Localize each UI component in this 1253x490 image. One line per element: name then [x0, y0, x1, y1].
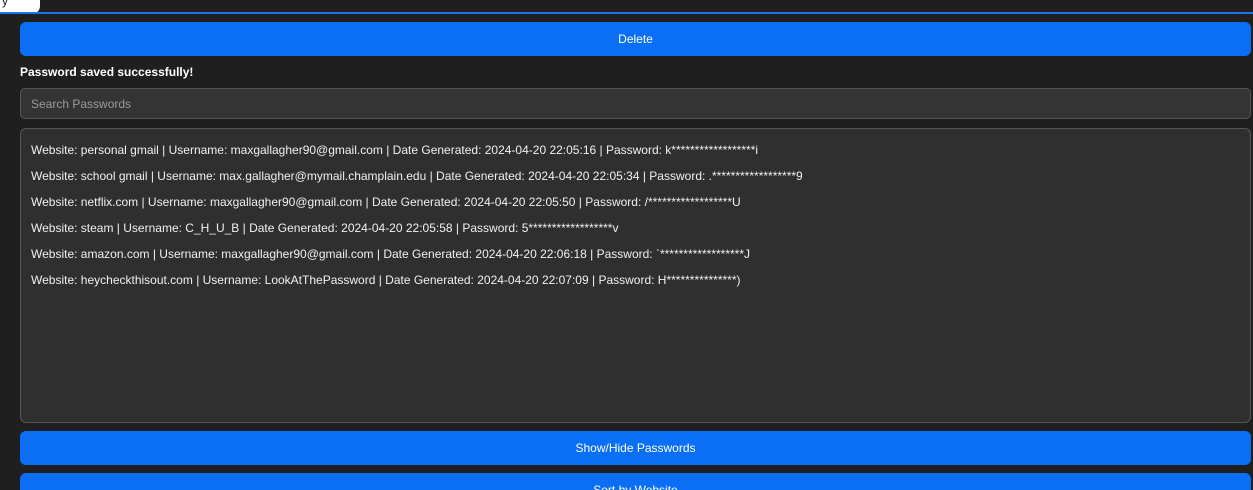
accent-rule — [0, 12, 1253, 14]
password-manager-window: y Delete Password saved successfully! We… — [0, 0, 1253, 490]
status-message: Password saved successfully! — [20, 65, 194, 79]
password-entry[interactable]: Website: heycheckthisout.com | Username:… — [31, 267, 1240, 293]
password-entry[interactable]: Website: amazon.com | Username: maxgalla… — [31, 241, 1240, 267]
window-top-strip: y — [0, 0, 1253, 14]
password-entry[interactable]: Website: netflix.com | Username: maxgall… — [31, 189, 1240, 215]
delete-button[interactable]: Delete — [20, 22, 1251, 56]
search-input[interactable] — [20, 88, 1251, 119]
password-entry[interactable]: Website: personal gmail | Username: maxg… — [31, 137, 1240, 163]
show-hide-passwords-button[interactable]: Show/Hide Passwords — [20, 431, 1251, 465]
password-list[interactable]: Website: personal gmail | Username: maxg… — [20, 128, 1251, 423]
window-title-text: y — [2, 0, 8, 8]
password-entry[interactable]: Website: school gmail | Username: max.ga… — [31, 163, 1240, 189]
password-entry[interactable]: Website: steam | Username: C_H_U_B | Dat… — [31, 215, 1240, 241]
sort-by-website-button[interactable]: Sort by Website — [20, 473, 1251, 490]
